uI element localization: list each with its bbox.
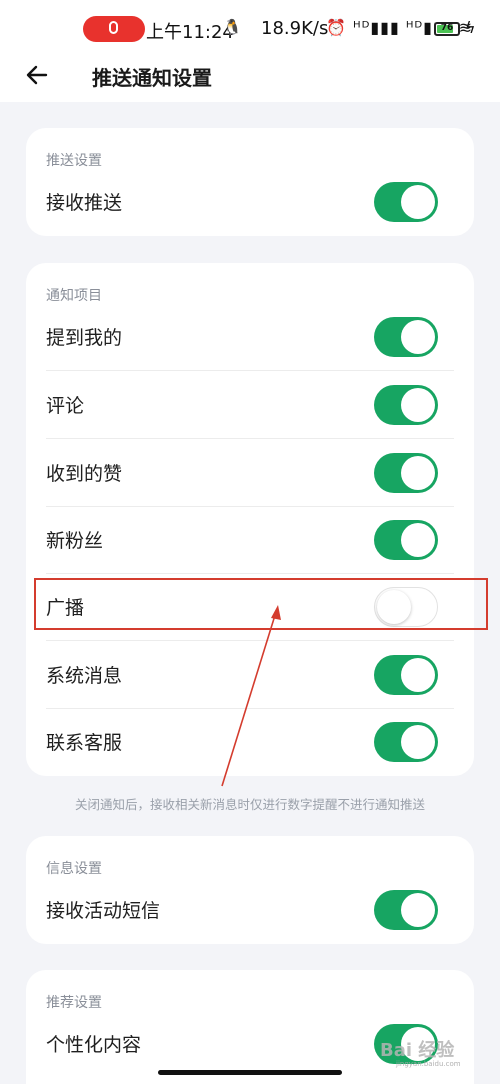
home-indicator[interactable] bbox=[158, 1070, 342, 1075]
watermark-url: jingyan.baidu.com bbox=[396, 1060, 461, 1068]
annotation-arrow bbox=[221, 605, 281, 787]
watermark-logo: Bai 经验 bbox=[380, 1040, 455, 1061]
